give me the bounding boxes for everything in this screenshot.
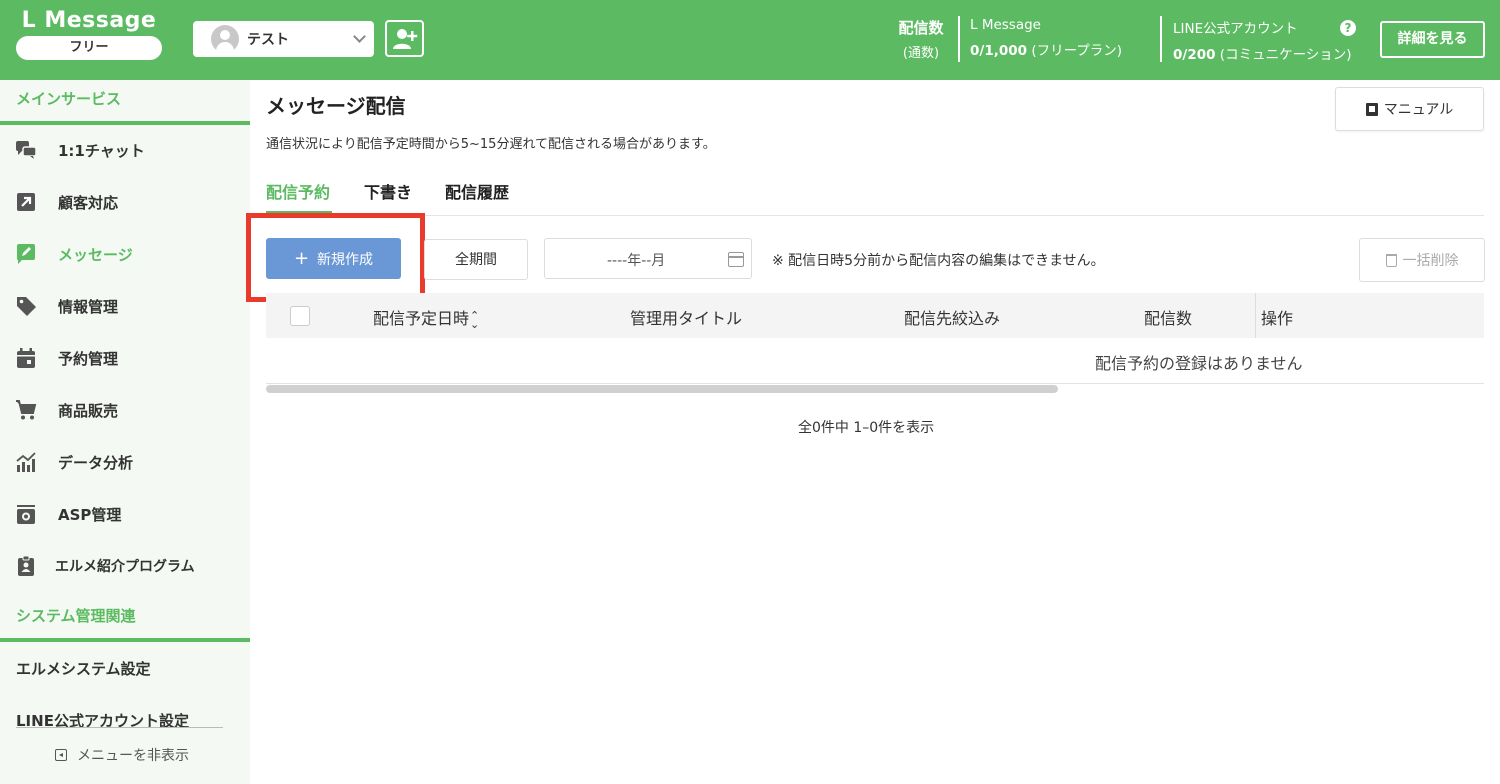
sidebar-item-label: 商品販売	[58, 401, 119, 420]
edit-icon	[17, 244, 35, 264]
sidebar: メインサービス 1:1チャット 顧客対応 メッセージ 情報管理 予約管理 商品販…	[0, 80, 250, 784]
trash-icon	[1385, 253, 1397, 267]
details-button[interactable]: 詳細を見る	[1380, 21, 1485, 58]
manual-label: マニュアル	[1383, 102, 1454, 118]
collapse-icon	[55, 749, 67, 761]
sidebar-item-label: 予約管理	[58, 349, 119, 368]
hide-menu-label: メニューを非表示	[77, 748, 189, 764]
lmessage-stat-value-line: 0/1,000 (フリープラン)	[970, 39, 1122, 59]
line-stat-title: LINE公式アカウント	[1173, 21, 1298, 37]
plan-badge: フリー	[16, 36, 162, 60]
sidebar-item-asp[interactable]: ASP管理	[0, 492, 250, 536]
system-section-title: システム管理関連	[16, 607, 136, 625]
sidebar-item-product-sales[interactable]: 商品販売	[0, 388, 250, 432]
column-admin-title: 管理用タイトル	[630, 309, 743, 328]
column-delivery-count: 配信数	[1144, 309, 1193, 328]
cart-icon	[16, 400, 37, 420]
sidebar-item-label: 情報管理	[58, 297, 119, 316]
sidebar-item-label: 1:1チャット	[58, 141, 145, 160]
sidebar-item-label: 顧客対応	[58, 193, 119, 212]
column-scheduled-time[interactable]: 配信予定日時⌃ ⌄	[373, 305, 479, 330]
line-stat-value-line: 0/200 (コミュニケーション)	[1173, 43, 1352, 63]
manual-button[interactable]: マニュアル	[1335, 87, 1484, 131]
pagination-info: 全0件中 1–0件を表示	[798, 420, 935, 436]
tab-scheduled[interactable]: 配信予約	[266, 179, 330, 203]
horizontal-scrollbar[interactable]	[266, 385, 1058, 393]
delay-notice: 通信状況により配信予定時間から5~15分遅れて配信される場合があります。	[266, 137, 716, 152]
sidebar-item-message[interactable]: メッセージ	[0, 232, 250, 276]
calendar-icon	[17, 348, 35, 368]
tab-drafts[interactable]: 下書き	[364, 179, 412, 203]
bulk-delete-label: 一括削除	[1402, 253, 1459, 269]
account-select[interactable]: テスト	[193, 21, 374, 57]
month-picker-value: ----年--月	[607, 253, 666, 269]
add-user-icon	[392, 28, 417, 49]
tab-history[interactable]: 配信履歴	[445, 179, 509, 203]
tag-icon	[17, 297, 36, 316]
lmessage-stat-value: 0/1,000	[970, 43, 1028, 59]
month-picker[interactable]: ----年--月	[544, 238, 752, 279]
column-actions: 操作	[1261, 309, 1294, 328]
column-divider	[1255, 293, 1256, 338]
period-filter-button[interactable]: 全期間	[424, 239, 528, 280]
lmessage-stat: L Message 0/1,000 (フリープラン)	[970, 17, 1122, 59]
line-stat-value: 0/200	[1173, 47, 1216, 63]
sidebar-item-system-settings[interactable]: エルメシステム設定	[16, 658, 151, 679]
column-scheduled-time-label: 配信予定日時	[373, 309, 470, 328]
divider	[1160, 16, 1162, 62]
sidebar-item-label: エルメ紹介プログラム	[55, 559, 195, 575]
sidebar-item-info-management[interactable]: 情報管理	[0, 284, 250, 328]
logo-title: L Message	[21, 8, 157, 33]
badge-icon	[18, 555, 34, 576]
delivery-count-unit: (通数)	[902, 46, 940, 61]
select-all-checkbox[interactable]	[290, 306, 310, 326]
lmessage-stat-plan: (フリープラン)	[1027, 43, 1123, 59]
line-stat: LINE公式アカウント 0/200 (コミュニケーション)	[1173, 17, 1352, 63]
page-title: メッセージ配信	[266, 94, 406, 118]
avatar	[211, 25, 239, 53]
calendar-icon[interactable]	[728, 252, 744, 267]
sidebar-item-data-analysis[interactable]: データ分析	[0, 440, 250, 484]
highlight-box	[246, 213, 425, 302]
sidebar-item-chat[interactable]: 1:1チャット	[0, 128, 250, 172]
table-header: 配信予定日時⌃ ⌄ 管理用タイトル 配信先絞込み 配信数 操作	[266, 293, 1484, 338]
sidebar-item-customer-support[interactable]: 顧客対応	[0, 180, 250, 224]
section-divider	[0, 638, 250, 642]
book-icon	[1365, 102, 1378, 116]
arrow-icon	[17, 193, 35, 211]
main-services-title: メインサービス	[16, 90, 122, 108]
lmessage-stat-title: L Message	[970, 17, 1041, 33]
divider	[958, 16, 960, 62]
delivery-count-title: 配信数	[898, 19, 944, 37]
column-target-filter: 配信先絞込み	[904, 309, 1001, 328]
bulk-delete-button[interactable]: 一括削除	[1359, 238, 1485, 282]
add-user-button[interactable]	[385, 20, 424, 57]
line-stat-plan: (コミュニケーション)	[1215, 47, 1352, 63]
row-divider	[266, 383, 1484, 384]
asp-icon	[17, 505, 35, 524]
edit-note: ※ 配信日時5分前から配信内容の編集はできません。	[772, 253, 1105, 269]
top-header: L Message フリー テスト 配信数 (通数) L Message 0/1…	[0, 0, 1500, 80]
sidebar-item-label: ASP管理	[58, 505, 122, 524]
chevron-down-icon	[353, 30, 366, 43]
help-icon[interactable]: ?	[1340, 20, 1356, 36]
chart-icon	[16, 452, 36, 472]
account-name: テスト	[247, 32, 289, 48]
sidebar-item-referral[interactable]: エルメ紹介プログラム	[0, 544, 250, 588]
sidebar-item-label: データ分析	[58, 453, 134, 472]
sort-icon[interactable]: ⌃ ⌄	[470, 310, 479, 330]
sidebar-item-reservation[interactable]: 予約管理	[0, 336, 250, 380]
hide-menu-button[interactable]: メニューを非表示	[55, 745, 189, 765]
empty-table-message: 配信予約の登録はありません	[1095, 354, 1303, 373]
divider	[16, 727, 223, 728]
chat-icon	[16, 141, 37, 159]
delivery-count-label: 配信数 (通数)	[893, 17, 949, 61]
tabs-divider	[266, 215, 1484, 216]
logo[interactable]: L Message フリー	[16, 8, 162, 60]
sidebar-item-label: メッセージ	[58, 245, 133, 264]
section-divider	[0, 121, 250, 125]
